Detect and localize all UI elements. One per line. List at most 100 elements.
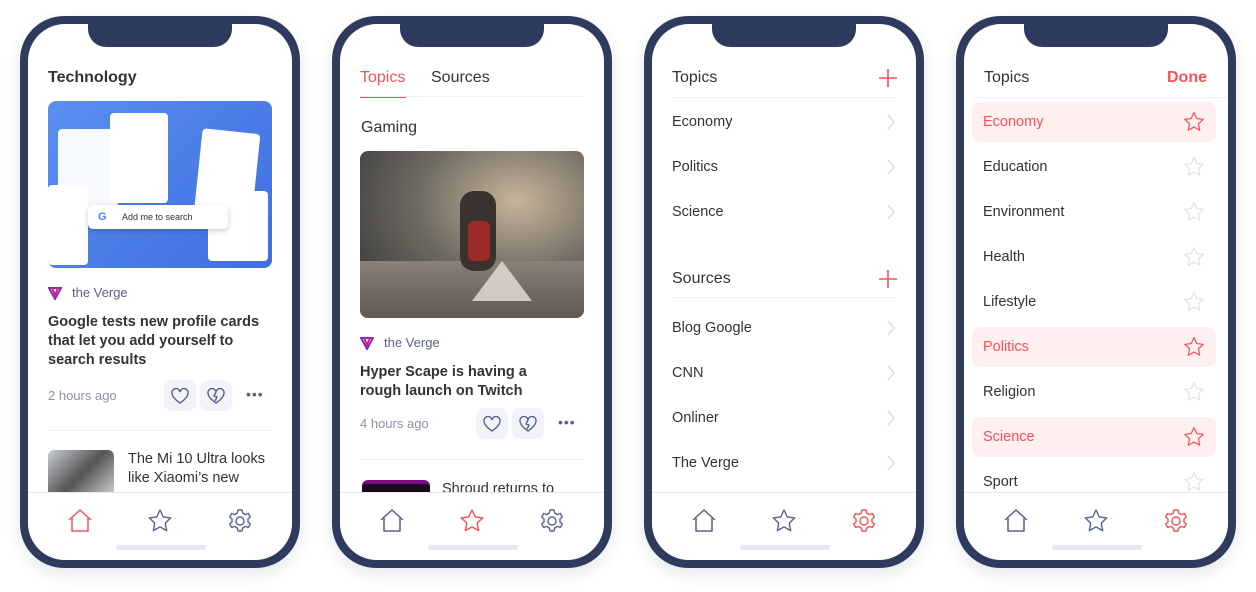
phone-edit-topics: Topics Done Economy Education Environment H… [956, 16, 1236, 568]
topic-row[interactable]: Lifestyle [972, 282, 1216, 322]
article-title[interactable]: Google tests new profile cards that let … [48, 313, 268, 370]
home-indicator [740, 545, 830, 550]
row-label: Sport [983, 474, 1018, 490]
row-label: Education [983, 159, 1048, 175]
topic-row[interactable]: Politics [972, 327, 1216, 367]
tab-bar [340, 492, 604, 560]
star-icon[interactable] [1182, 110, 1206, 134]
more-options-icon[interactable]: ••• [246, 386, 264, 402]
gear-icon[interactable] [226, 507, 254, 535]
topic-row[interactable]: Health [972, 237, 1216, 277]
topics-heading: Topics [984, 69, 1030, 86]
page-title: Technology [48, 69, 137, 86]
chevron-right-icon [887, 410, 895, 426]
phone-settings: Topics Economy Politics Science Sources Bl… [644, 16, 924, 568]
star-icon[interactable] [1182, 425, 1206, 449]
topic-row[interactable]: Economy [672, 102, 896, 142]
star-icon[interactable] [1182, 380, 1206, 404]
chevron-right-icon [887, 365, 895, 381]
add-topic-icon[interactable] [878, 68, 898, 88]
topic-row[interactable]: Environment [972, 192, 1216, 232]
notch [88, 24, 232, 47]
chevron-right-icon [887, 159, 895, 175]
more-options-icon[interactable]: ••• [558, 414, 576, 430]
image-caption: Add me to search [88, 205, 228, 229]
row-label: Religion [983, 384, 1036, 400]
star-icon[interactable] [1182, 290, 1206, 314]
topic-row[interactable]: Science [672, 192, 896, 232]
screen: Topics Sources Gaming the Verge Hyper Sc… [340, 24, 604, 560]
source-row[interactable]: Onliner [672, 398, 896, 438]
topic-row[interactable]: Economy [972, 102, 1216, 142]
star-icon[interactable] [1182, 200, 1206, 224]
divider [360, 459, 584, 460]
section-title: Gaming [361, 119, 418, 136]
topic-row[interactable]: Education [972, 147, 1216, 187]
tab-topics[interactable]: Topics [360, 68, 405, 88]
verge-logo-icon [48, 287, 62, 300]
divider [972, 97, 1228, 98]
star-icon[interactable] [146, 507, 174, 535]
broken-heart-icon [207, 387, 225, 404]
home-icon[interactable] [66, 507, 94, 535]
star-icon[interactable] [1082, 507, 1110, 535]
gear-icon[interactable] [538, 507, 566, 535]
notch [1024, 24, 1168, 47]
topic-row[interactable]: Science [972, 417, 1216, 457]
home-indicator [1052, 545, 1142, 550]
timestamp: 2 hours ago [48, 388, 117, 403]
tab-sources[interactable]: Sources [431, 68, 490, 88]
home-icon[interactable] [1002, 507, 1030, 535]
star-icon[interactable] [770, 507, 798, 535]
row-label: Politics [983, 339, 1029, 355]
divider [672, 297, 896, 298]
divider [360, 96, 584, 97]
source-row[interactable]: CNN [672, 353, 896, 393]
screen: Technology Add me to search G the Verge … [28, 24, 292, 560]
source-row[interactable]: Blog Google [672, 308, 896, 348]
article-image[interactable]: Add me to search G [48, 101, 272, 268]
home-indicator [428, 545, 518, 550]
star-icon[interactable] [1182, 155, 1206, 179]
heart-icon [171, 387, 189, 404]
like-button[interactable] [476, 408, 508, 439]
dislike-button[interactable] [200, 380, 232, 411]
star-icon[interactable] [1182, 245, 1206, 269]
star-icon[interactable] [458, 507, 486, 535]
star-icon[interactable] [1182, 470, 1206, 494]
gear-icon[interactable] [850, 507, 878, 535]
sources-heading: Sources [672, 270, 731, 287]
row-label: Onliner [672, 410, 719, 426]
source-row[interactable]: The Verge [672, 443, 896, 483]
star-icon[interactable] [1182, 335, 1206, 359]
dislike-button[interactable] [512, 408, 544, 439]
row-label: Health [983, 249, 1025, 265]
notch [400, 24, 544, 47]
chevron-right-icon [887, 114, 895, 130]
home-indicator [116, 545, 206, 550]
row-label: Science [983, 429, 1035, 445]
row-label: Economy [983, 114, 1044, 130]
gear-icon[interactable] [1162, 507, 1190, 535]
row-label: The Verge [672, 455, 739, 471]
chevron-right-icon [887, 320, 895, 336]
next-article-title[interactable]: The Mi 10 Ultra looks like Xiaomi’s new [128, 450, 278, 488]
verge-logo-icon [360, 337, 374, 350]
chevron-right-icon [887, 455, 895, 471]
notch [712, 24, 856, 47]
like-button[interactable] [164, 380, 196, 411]
add-source-icon[interactable] [878, 269, 898, 289]
screen: Topics Economy Politics Science Sources Bl… [652, 24, 916, 560]
topic-row[interactable]: Politics [672, 147, 896, 187]
article-title[interactable]: Hyper Scape is having a rough launch on … [360, 363, 570, 401]
source-name[interactable]: the Verge [72, 283, 128, 303]
home-icon[interactable] [378, 507, 406, 535]
source-name[interactable]: the Verge [384, 333, 440, 353]
row-label: Environment [983, 204, 1065, 220]
article-image[interactable] [360, 151, 584, 318]
home-icon[interactable] [690, 507, 718, 535]
topics-heading: Topics [672, 69, 718, 86]
divider [48, 430, 272, 431]
topic-row[interactable]: Religion [972, 372, 1216, 412]
done-button[interactable]: Done [1167, 68, 1207, 88]
